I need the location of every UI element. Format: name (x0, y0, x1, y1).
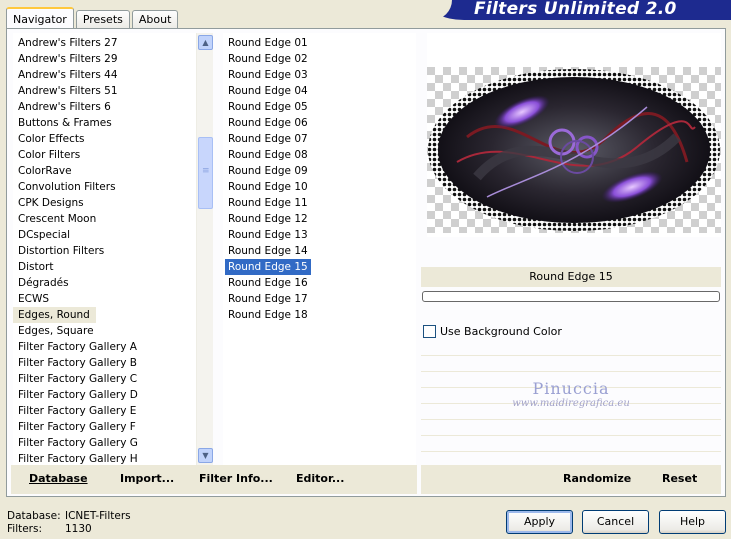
category-item[interactable]: Color Effects (13, 131, 213, 147)
left-toolbar: Database Import... Filter Info... Editor… (11, 465, 417, 494)
filter-item[interactable]: Round Edge 04 (225, 83, 416, 99)
filter-item[interactable]: Round Edge 14 (225, 243, 416, 259)
filter-list[interactable]: Round Edge 01 Round Edge 02 Round Edge 03 R… (223, 33, 416, 465)
tab-strip: Navigator Presets About (6, 6, 180, 29)
category-items: Andrew's Filters 27 Andrew's Filters 29 An… (13, 33, 213, 465)
tab-about[interactable]: About (131, 10, 179, 28)
category-list[interactable]: Andrew's Filters 27 Andrew's Filters 29 An… (13, 33, 213, 465)
category-item[interactable]: Andrew's Filters 51 (13, 83, 213, 99)
scroll-thumb[interactable] (198, 137, 213, 209)
chevron-down-icon: ▼ (202, 451, 209, 460)
filter-info-button[interactable]: Filter Info... (199, 472, 273, 485)
category-item[interactable]: ColorRave (13, 163, 213, 179)
param-row (421, 436, 721, 452)
param-row (421, 420, 721, 436)
filter-item[interactable]: Round Edge 01 (225, 35, 416, 51)
editor-button[interactable]: Editor... (296, 472, 344, 485)
category-item[interactable]: CPK Designs (13, 195, 213, 211)
category-item[interactable]: Filter Factory Gallery B (13, 355, 213, 371)
param-row (421, 340, 721, 356)
filter-item[interactable]: Round Edge 12 (225, 211, 416, 227)
filter-item[interactable]: Round Edge 11 (225, 195, 416, 211)
filter-item[interactable]: Round Edge 02 (225, 51, 416, 67)
brand-title: Filters Unlimited 2.0 (474, 0, 677, 19)
use-background-color-row[interactable]: Use Background Color (421, 322, 721, 340)
scroll-up-button[interactable]: ▲ (198, 35, 213, 50)
category-item[interactable]: Andrew's Filters 29 (13, 51, 213, 67)
filter-item[interactable]: Round Edge 18 (225, 307, 416, 323)
filter-item[interactable]: Round Edge 15 (225, 259, 311, 275)
category-item[interactable]: ECWS (13, 291, 213, 307)
brand-banner: Filters Unlimited 2.0 (422, 0, 731, 20)
category-item[interactable]: Andrew's Filters 27 (13, 35, 213, 51)
import-button[interactable]: Import... (120, 472, 174, 485)
cancel-button[interactable]: Cancel (582, 510, 649, 534)
filter-item[interactable]: Round Edge 06 (225, 115, 416, 131)
category-item[interactable]: Distortion Filters (13, 243, 213, 259)
filter-items: Round Edge 01 Round Edge 02 Round Edge 03 R… (223, 33, 416, 323)
apply-button[interactable]: Apply (506, 510, 573, 534)
preview-image (427, 67, 721, 233)
randomize-button[interactable]: Randomize (563, 472, 631, 485)
database-info-value: ICNET-Filters (65, 510, 131, 522)
category-item[interactable]: DCspecial (13, 227, 213, 243)
category-item[interactable]: Edges, Square (13, 323, 213, 339)
watermark-url: www.maidiregrafica.eu (512, 398, 630, 409)
param-row (421, 356, 721, 372)
use-background-color-checkbox[interactable] (423, 324, 436, 338)
use-background-color-label: Use Background Color (440, 324, 562, 338)
filter-item[interactable]: Round Edge 10 (225, 179, 416, 195)
category-item[interactable]: Distort (13, 259, 213, 275)
filter-item[interactable]: Round Edge 17 (225, 291, 416, 307)
chevron-up-icon: ▲ (202, 38, 209, 47)
category-item[interactable]: Filter Factory Gallery H (13, 451, 213, 465)
tab-presets[interactable]: Presets (75, 10, 130, 28)
category-item[interactable]: Filter Factory Gallery C (13, 371, 213, 387)
category-item[interactable]: Filter Factory Gallery E (13, 403, 213, 419)
filter-item[interactable]: Round Edge 03 (225, 67, 416, 83)
filter-item[interactable]: Round Edge 13 (225, 227, 416, 243)
filter-item[interactable]: Round Edge 16 (225, 275, 416, 291)
category-scrollbar[interactable]: ▲ ▼ (196, 33, 213, 465)
database-label: Database (29, 472, 88, 485)
category-item[interactable]: Filter Factory Gallery A (13, 339, 213, 355)
help-button[interactable]: Help (659, 510, 726, 534)
category-item[interactable]: Filter Factory Gallery F (13, 419, 213, 435)
category-item[interactable]: Edges, Round (13, 307, 96, 323)
filters-count-value: 1130 (65, 523, 92, 535)
filters-count-label: Filters: (7, 523, 43, 535)
filter-item[interactable]: Round Edge 05 (225, 99, 416, 115)
category-item[interactable]: Buttons & Frames (13, 115, 213, 131)
category-item[interactable]: Color Filters (13, 147, 213, 163)
category-item[interactable]: Crescent Moon (13, 211, 213, 227)
category-item[interactable]: Andrew's Filters 44 (13, 67, 213, 83)
database-button[interactable]: Database (29, 472, 88, 485)
reset-button[interactable]: Reset (662, 472, 697, 485)
scroll-down-button[interactable]: ▼ (198, 448, 213, 463)
progress-bar (422, 291, 720, 302)
filter-item[interactable]: Round Edge 09 (225, 163, 416, 179)
tab-navigator[interactable]: Navigator (6, 7, 74, 29)
category-item[interactable]: Andrew's Filters 6 (13, 99, 213, 115)
preview-pane (427, 33, 721, 237)
filter-item[interactable]: Round Edge 07 (225, 131, 416, 147)
category-item[interactable]: Dégradés (13, 275, 213, 291)
category-item[interactable]: Filter Factory Gallery D (13, 387, 213, 403)
parameters-area: Use Background Color Pinuccia www.maidir… (421, 322, 721, 464)
database-info: Database: ICNET-Filters Filters: 1130 (7, 510, 131, 536)
filter-item[interactable]: Round Edge 08 (225, 147, 416, 163)
watermark-name: Pinuccia (532, 379, 610, 398)
category-item[interactable]: Filter Factory Gallery G (13, 435, 213, 451)
database-info-label: Database: (7, 510, 61, 522)
current-filter-name: Round Edge 15 (421, 267, 721, 287)
right-toolbar: Randomize Reset (421, 465, 721, 494)
navigator-panel: Andrew's Filters 27 Andrew's Filters 29 An… (6, 28, 726, 497)
category-item[interactable]: Convolution Filters (13, 179, 213, 195)
